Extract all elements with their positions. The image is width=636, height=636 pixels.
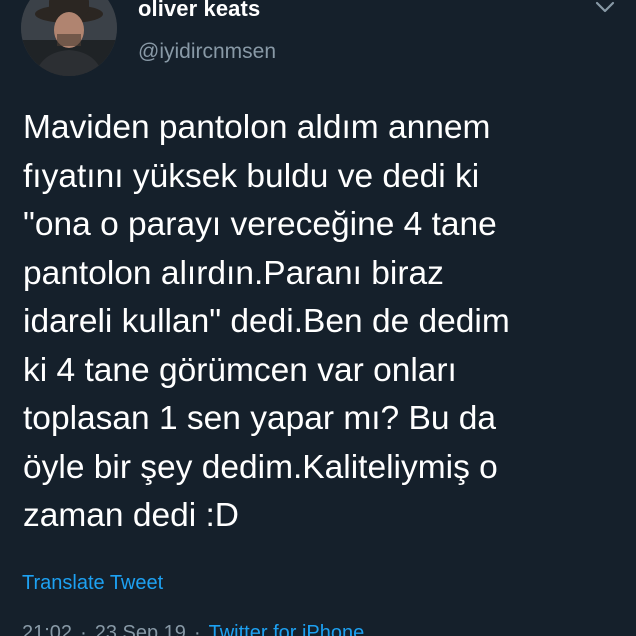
tweet-card: oliver keats @iyidircnmsen Maviden panto… xyxy=(0,0,636,636)
tweet-text-line: "ona o parayı vereceğine 4 tane xyxy=(23,206,497,243)
tweet-time[interactable]: 21:02 xyxy=(22,622,72,636)
tweet-text-line: öyle bir şey dedim.Kaliteliymiş o xyxy=(23,448,498,486)
tweet-text-line: pantolon alırdın.Paranı biraz xyxy=(23,254,444,292)
translate-tweet-link[interactable]: Translate Tweet xyxy=(22,572,163,595)
display-name[interactable]: oliver keats xyxy=(138,0,260,22)
tweet-source-link[interactable]: Twitter for iPhone xyxy=(209,622,365,636)
tweet-date[interactable]: 23 Sep 19 xyxy=(95,622,186,636)
profile-photo-icon xyxy=(21,0,117,76)
tweet-text-line: idareli kullan" dedi.Ben de dedim xyxy=(23,303,510,340)
tweet-text-line: Maviden pantolon aldım annem xyxy=(23,109,491,146)
tweet-text: Maviden pantolon aldım annem fıyatını yü… xyxy=(23,104,623,541)
tweet-text-line: fıyatını yüksek buldu ve dedi ki xyxy=(23,157,480,195)
meta-separator: · xyxy=(193,622,201,636)
tweet-text-line: toplasan 1 sen yapar mı? Bu da xyxy=(23,400,497,437)
chevron-down-icon[interactable] xyxy=(594,0,616,16)
tweet-meta: 21:02 · 23 Sep 19 · Twitter for iPhone xyxy=(22,622,364,636)
avatar[interactable] xyxy=(21,0,117,76)
tweet-text-line: zaman dedi :D xyxy=(23,497,239,534)
meta-separator: · xyxy=(80,622,87,636)
user-handle[interactable]: @iyidircnmsen xyxy=(138,40,276,64)
tweet-text-line: ki 4 tane görümcen var onları xyxy=(23,351,457,389)
